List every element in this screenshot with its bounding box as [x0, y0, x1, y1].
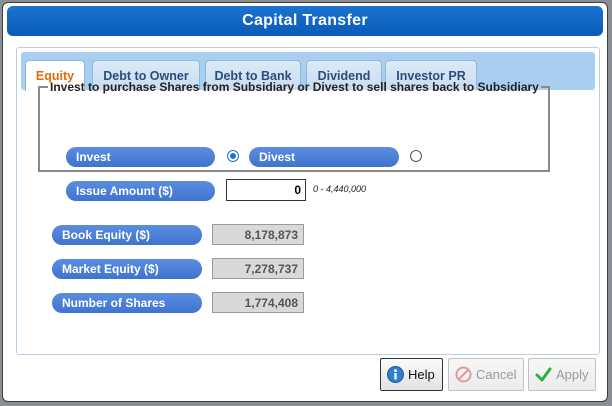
issue-amount-input[interactable]	[226, 179, 306, 201]
book-equity-label: Book Equity ($)	[52, 225, 202, 245]
market-equity-value: 7,278,737	[212, 258, 304, 279]
apply-button[interactable]: Apply	[528, 358, 596, 391]
invest-radio[interactable]	[227, 150, 239, 162]
market-equity-label: Market Equity ($)	[52, 259, 202, 279]
number-of-shares-value: 1,774,408	[212, 292, 304, 313]
divest-radio[interactable]	[410, 150, 422, 162]
help-button-label: Help	[408, 367, 435, 382]
dialog-title: Capital Transfer	[7, 6, 603, 36]
apply-button-label: Apply	[556, 367, 589, 382]
group-title: Invest to purchase Shares from Subsidiar…	[50, 80, 539, 94]
cancel-button[interactable]: Cancel	[448, 358, 524, 391]
divest-label: Divest	[249, 147, 399, 167]
cancel-button-label: Cancel	[476, 367, 517, 382]
issue-amount-range: 0 - 4,440,000	[313, 184, 367, 194]
help-button[interactable]: Help	[380, 358, 443, 391]
capital-transfer-dialog: Capital Transfer Equity Debt to Owner De…	[2, 2, 608, 402]
invest-label: Invest	[66, 147, 215, 167]
info-icon	[387, 366, 404, 383]
checkmark-icon	[535, 366, 552, 383]
book-equity-value: 8,178,873	[212, 224, 304, 245]
number-of-shares-label: Number of Shares	[52, 293, 202, 313]
issue-amount-label: Issue Amount ($)	[66, 181, 215, 201]
cancel-icon	[455, 366, 472, 383]
